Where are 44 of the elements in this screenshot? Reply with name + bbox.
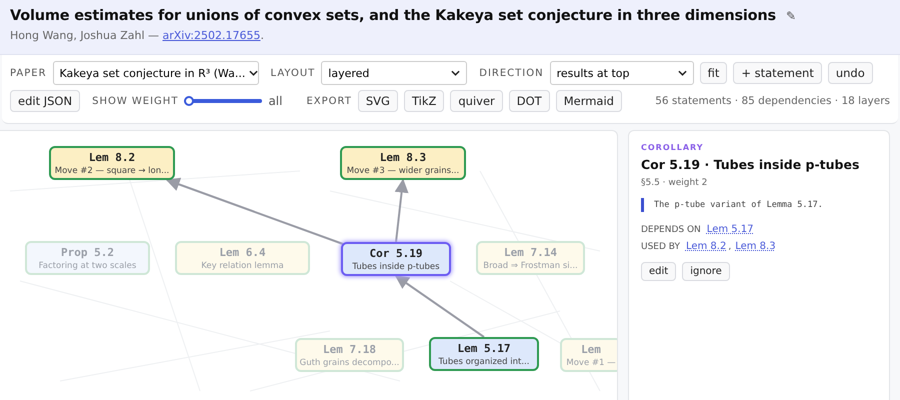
- paper-title: Volume estimates for unions of convex sets, and the Kakeya set conjecture in three dimensions: [10, 8, 776, 24]
- statement-link[interactable]: Lem 5.17: [706, 224, 754, 235]
- detail-button[interactable]: ignore: [682, 262, 730, 281]
- statement-link[interactable]: Lem 8.3: [735, 241, 776, 252]
- export-button[interactable]: TikZ: [404, 90, 444, 112]
- edit-title-button[interactable]: ✎: [786, 9, 796, 23]
- export-label: EXPORT: [306, 96, 352, 106]
- export-button[interactable]: DOT: [508, 90, 550, 112]
- chevron-icon: [249, 70, 258, 76]
- arxiv-link[interactable]: arXiv:2502.17655: [162, 29, 260, 42]
- toolbar-button[interactable]: fit: [700, 62, 728, 84]
- paper-label: PAPER: [10, 68, 47, 78]
- toolbar-button[interactable]: + statement: [733, 62, 822, 84]
- layout-select[interactable]: layered: [321, 61, 468, 85]
- export-button[interactable]: quiver: [450, 90, 503, 112]
- statement-meta: §5.5 · weight 2: [641, 178, 708, 188]
- paper-select[interactable]: Kakeya set conjecture in R³ (Wa...: [52, 61, 259, 85]
- statement-link[interactable]: Lem 8.2: [686, 241, 726, 252]
- chevron-icon: [678, 70, 687, 76]
- weight-value: all: [268, 94, 282, 108]
- depends-on-label: DEPENDS ON: [641, 224, 701, 234]
- statement-title: Cor 5.19 · Tubes inside p-tubes: [641, 157, 860, 172]
- direction-select[interactable]: results at top: [550, 61, 694, 85]
- comma-separator: ,: [728, 242, 732, 252]
- show-weight-label: SHOW WEIGHT: [92, 96, 178, 106]
- dependency-arrow: [394, 178, 409, 242]
- statement-text: The p-tube variant of Lemma 5.17.: [641, 198, 877, 212]
- statement-node[interactable]: Lem 8.2 Move #2 — square → lon...: [49, 146, 175, 180]
- detail-button[interactable]: edit: [641, 262, 676, 281]
- statement-kind: COROLLARY: [641, 143, 705, 152]
- weight-slider[interactable]: [184, 95, 262, 107]
- authors-line: Hong Wang, Joshua Zahl — arXiv:2502.17655.: [10, 29, 265, 42]
- statement-node[interactable]: Lem 8.3 Move #3 — wider grains...: [340, 146, 466, 180]
- layout-label: LAYOUT: [270, 68, 316, 78]
- statement-node[interactable]: Lem 5.17 Tubes organized int...: [429, 337, 539, 371]
- toolbar-button[interactable]: undo: [828, 62, 873, 84]
- graph-stats: 56 statements · 85 dependencies · 18 layers: [655, 95, 890, 107]
- edit-json-button[interactable]: edit JSON: [10, 90, 80, 112]
- export-button[interactable]: Mermaid: [556, 90, 622, 112]
- export-button[interactable]: SVG: [358, 90, 398, 112]
- direction-label: DIRECTION: [479, 68, 544, 78]
- chevron-icon: [451, 70, 460, 76]
- used-by-label: USED BY: [641, 242, 680, 252]
- statement-node[interactable]: Cor 5.19 Tubes inside p-tubes: [341, 242, 451, 276]
